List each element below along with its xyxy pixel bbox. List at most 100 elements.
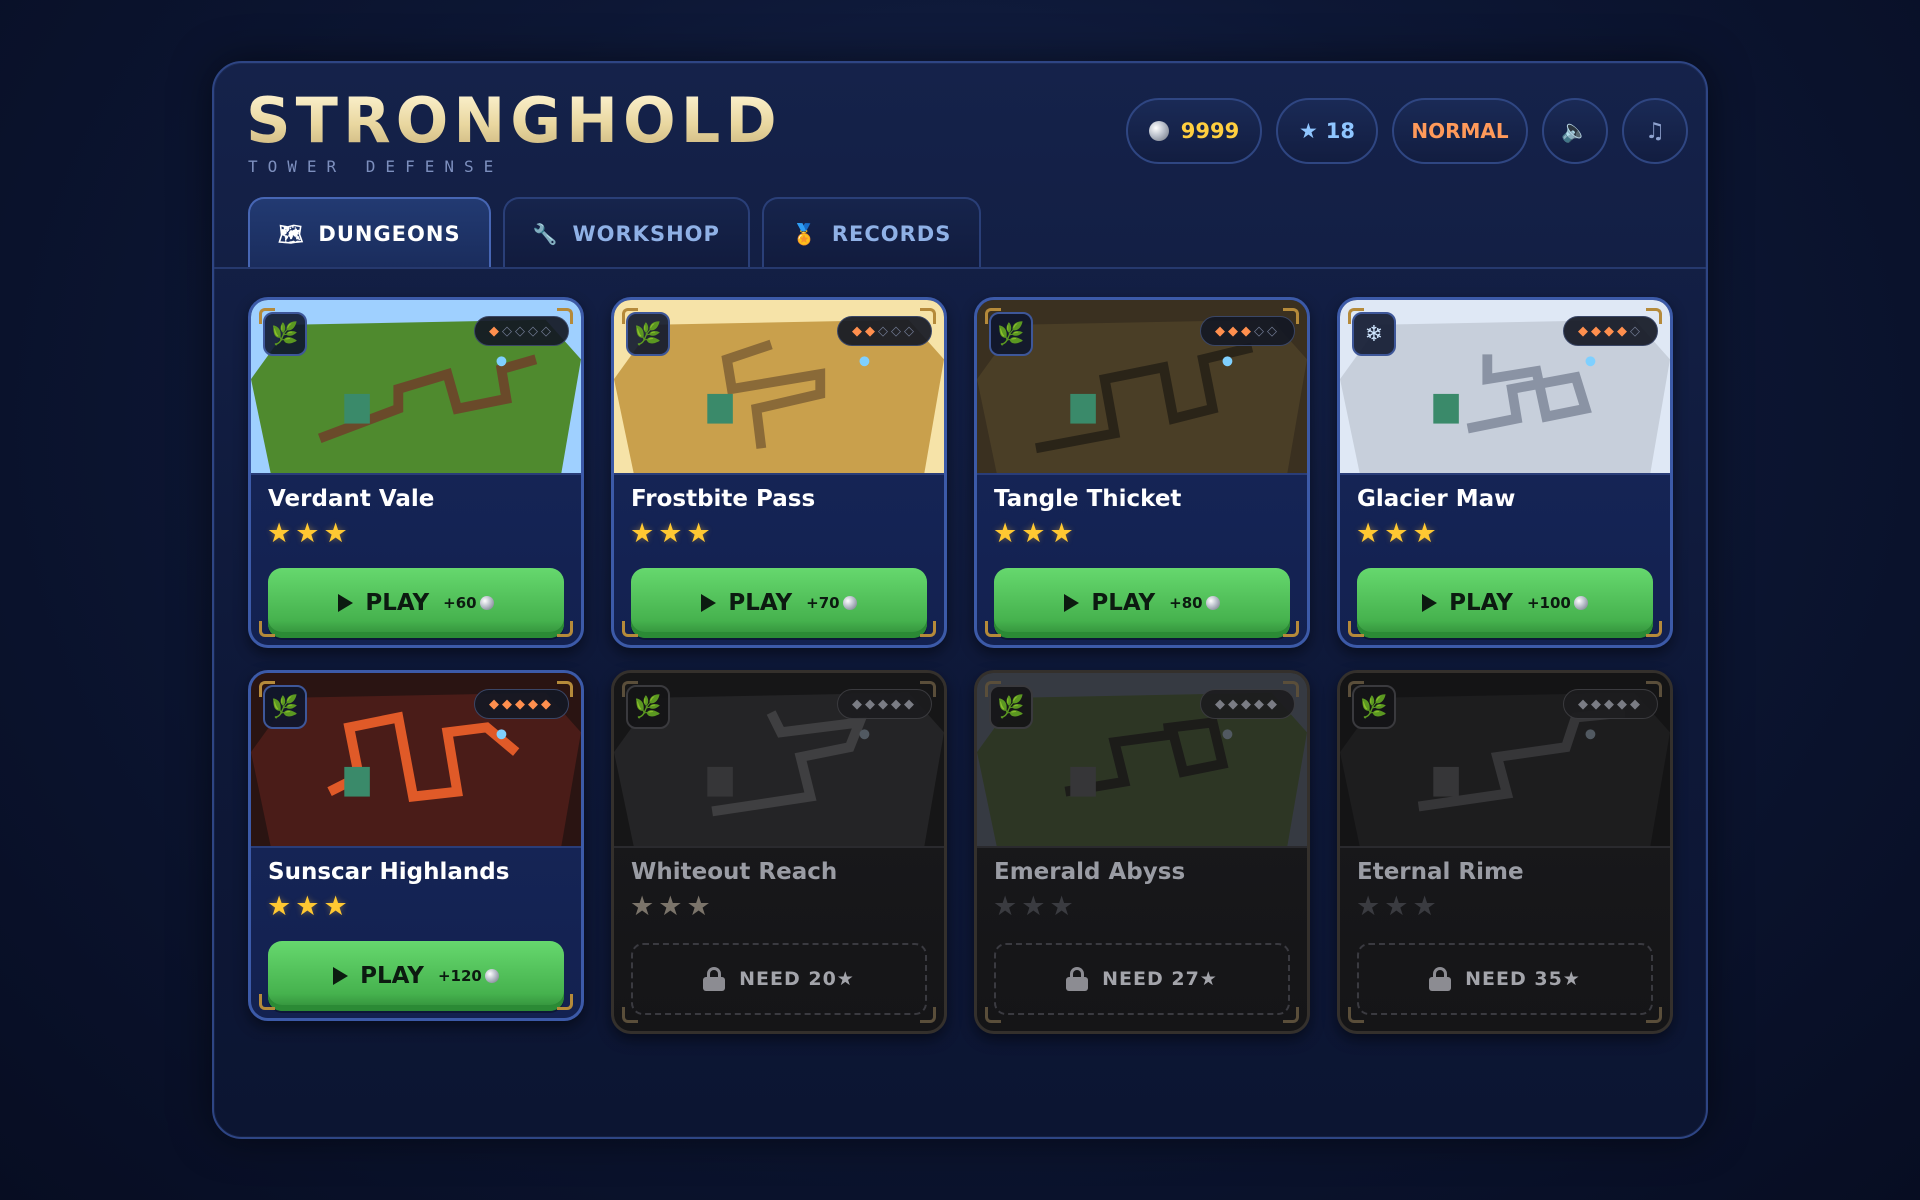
difficulty-diamond-icon: ◆ — [1241, 696, 1254, 712]
level-card[interactable]: 🌿 ◆ ◆ ◆ ◆ ◆ Sunscar Highlands ★ ★ ★ PLAY +120 — [248, 670, 584, 1021]
sound-toggle-button[interactable]: 🔈 — [1542, 98, 1608, 164]
frame-corner-ornament — [1283, 308, 1299, 324]
difficulty-diamond-icon: ◆ — [489, 696, 502, 712]
frame-corner-ornament — [622, 1007, 638, 1023]
frame-corner-ornament — [259, 308, 275, 324]
difficulty-diamond-icon: ◆ — [1591, 696, 1604, 712]
play-label: PLAY — [1091, 590, 1156, 616]
level-name: Eternal Rime — [1357, 859, 1524, 885]
coin-reward-amount: +70 — [806, 594, 840, 612]
lock-icon — [703, 967, 726, 991]
coin-counter: 9999 — [1126, 98, 1262, 164]
difficulty-diamond-icon: ◆ — [1604, 323, 1617, 339]
play-button[interactable]: PLAY +60 — [268, 568, 564, 638]
game-subtitle: TOWER DEFENSE — [248, 157, 504, 176]
play-button[interactable]: PLAY +70 — [631, 568, 927, 638]
star-icon: ★ — [993, 891, 1018, 922]
coin-reward: +60 — [443, 594, 494, 612]
level-stars: ★ ★ ★ — [267, 891, 348, 922]
game-title: STRONGHOLD — [246, 84, 782, 157]
coin-count: 9999 — [1180, 119, 1240, 143]
tab-records[interactable]: 🏅 RECORDS — [761, 197, 982, 269]
star-icon: ★ — [1356, 891, 1381, 922]
lock-icon — [1066, 967, 1089, 991]
play-button[interactable]: PLAY +100 — [1357, 568, 1653, 638]
frame-corner-ornament — [1348, 681, 1364, 697]
difficulty-rating: ◆ ◇ ◇ ◇ ◇ — [474, 316, 569, 346]
frame-corner-ornament — [920, 1007, 936, 1023]
star-icon: ★ — [295, 518, 320, 549]
coin-reward-amount: +80 — [1169, 594, 1203, 612]
star-icon: ★ — [630, 891, 655, 922]
coin-icon — [842, 596, 857, 610]
lock-body — [1429, 977, 1452, 991]
tab-dungeons[interactable]: 🗺 DUNGEONS — [248, 197, 491, 269]
level-card: 🌿 ◆ ◆ ◆ ◆ ◆ Whiteout Reach ★ ★ ★ NEED 20★ — [611, 670, 947, 1034]
frame-corner-ornament — [1646, 621, 1662, 637]
play-label: PLAY — [360, 963, 424, 989]
star-icon: ★ — [295, 891, 320, 922]
difficulty-diamond-icon: ◆ — [528, 696, 541, 712]
difficulty-diamond-icon: ◆ — [891, 696, 904, 712]
difficulty-diamond-icon: ◆ — [878, 696, 891, 712]
difficulty-mode-button[interactable]: NORMAL — [1392, 98, 1528, 164]
frame-corner-ornament — [622, 621, 638, 637]
frame-corner-ornament — [1283, 681, 1299, 697]
play-icon — [1064, 594, 1080, 612]
difficulty-diamond-icon: ◆ — [1591, 323, 1604, 339]
level-select-panel: STRONGHOLD TOWER DEFENSE 9999 ★ 18 NORMA… — [212, 61, 1708, 1139]
star-icon: ★ — [1384, 891, 1409, 922]
coin-reward: +100 — [1527, 594, 1588, 612]
level-card[interactable]: 🌿 ◆ ◇ ◇ ◇ ◇ Verdant Vale ★ ★ ★ PLAY +60 — [248, 297, 584, 648]
frame-corner-ornament — [1348, 1007, 1364, 1023]
coin-icon — [479, 596, 494, 610]
difficulty-diamond-icon: ◆ — [502, 696, 515, 712]
star-counter: ★ 18 — [1276, 98, 1378, 164]
difficulty-diamond-icon: ◇ — [891, 323, 904, 339]
coin-icon — [484, 969, 499, 983]
play-button[interactable]: PLAY +80 — [994, 568, 1290, 638]
level-card[interactable]: 🌿 ◆ ◆ ◇ ◇ ◇ Frostbite Pass ★ ★ ★ PLAY +70 — [611, 297, 947, 648]
difficulty-diamond-icon: ◆ — [865, 323, 878, 339]
level-stars: ★ ★ ★ — [993, 518, 1074, 549]
difficulty-diamond-icon: ◇ — [1254, 323, 1267, 339]
locked-requirement: NEED 20★ — [631, 943, 927, 1015]
difficulty-diamond-icon: ◆ — [1228, 696, 1241, 712]
coin-reward: +80 — [1169, 594, 1220, 612]
play-icon — [338, 594, 354, 612]
tab-workshop[interactable]: 🔧 WORKSHOP — [502, 197, 750, 269]
level-name: Glacier Maw — [1357, 486, 1516, 512]
frame-corner-ornament — [1348, 308, 1364, 324]
level-thumbnail: 🌿 ◆ ◆ ◆ ◆ ◆ — [251, 673, 581, 848]
level-thumbnail: 🌿 ◆ ◆ ◆ ◆ ◆ — [614, 673, 944, 848]
star-icon: ★ — [658, 891, 683, 922]
level-stars: ★ ★ ★ — [630, 891, 711, 922]
difficulty-diamond-icon: ◆ — [852, 696, 865, 712]
level-card[interactable]: ❄ ◆ ◆ ◆ ◆ ◇ Glacier Maw ★ ★ ★ PLAY +100 — [1337, 297, 1673, 648]
tabs-divider — [214, 267, 1706, 269]
play-button[interactable]: PLAY +120 — [268, 941, 564, 1011]
star-icon: ★ — [267, 891, 292, 922]
level-thumbnail: 🌿 ◆ ◆ ◆ ◆ ◆ — [1340, 673, 1670, 848]
tab-dungeons-label: DUNGEONS — [318, 222, 461, 246]
difficulty-rating: ◆ ◆ ◆ ◆ ◆ — [837, 689, 932, 719]
level-card[interactable]: 🌿 ◆ ◆ ◆ ◇ ◇ Tangle Thicket ★ ★ ★ PLAY +80 — [974, 297, 1310, 648]
frame-corner-ornament — [920, 621, 936, 637]
star-icon: ★ — [1049, 518, 1074, 549]
level-name: Tangle Thicket — [994, 486, 1182, 512]
requirement-label: NEED 35★ — [1465, 968, 1581, 990]
coin-reward-amount: +100 — [1526, 594, 1571, 612]
frame-corner-ornament — [985, 681, 1001, 697]
coin-icon — [1205, 596, 1220, 610]
level-stars: ★ ★ ★ — [1356, 891, 1437, 922]
star-icon: ★ — [267, 518, 292, 549]
level-stars: ★ ★ ★ — [267, 518, 348, 549]
star-icon: ★ — [686, 518, 711, 549]
music-toggle-button[interactable]: ♫ — [1622, 98, 1688, 164]
main-tabs: 🗺 DUNGEONS 🔧 WORKSHOP 🏅 RECORDS — [248, 197, 982, 269]
coin-icon — [1148, 121, 1169, 141]
play-icon — [333, 967, 349, 985]
requirement-label: NEED 27★ — [1102, 968, 1218, 990]
level-card: 🌿 ◆ ◆ ◆ ◆ ◆ Eternal Rime ★ ★ ★ NEED 35★ — [1337, 670, 1673, 1034]
locked-requirement: NEED 35★ — [1357, 943, 1653, 1015]
